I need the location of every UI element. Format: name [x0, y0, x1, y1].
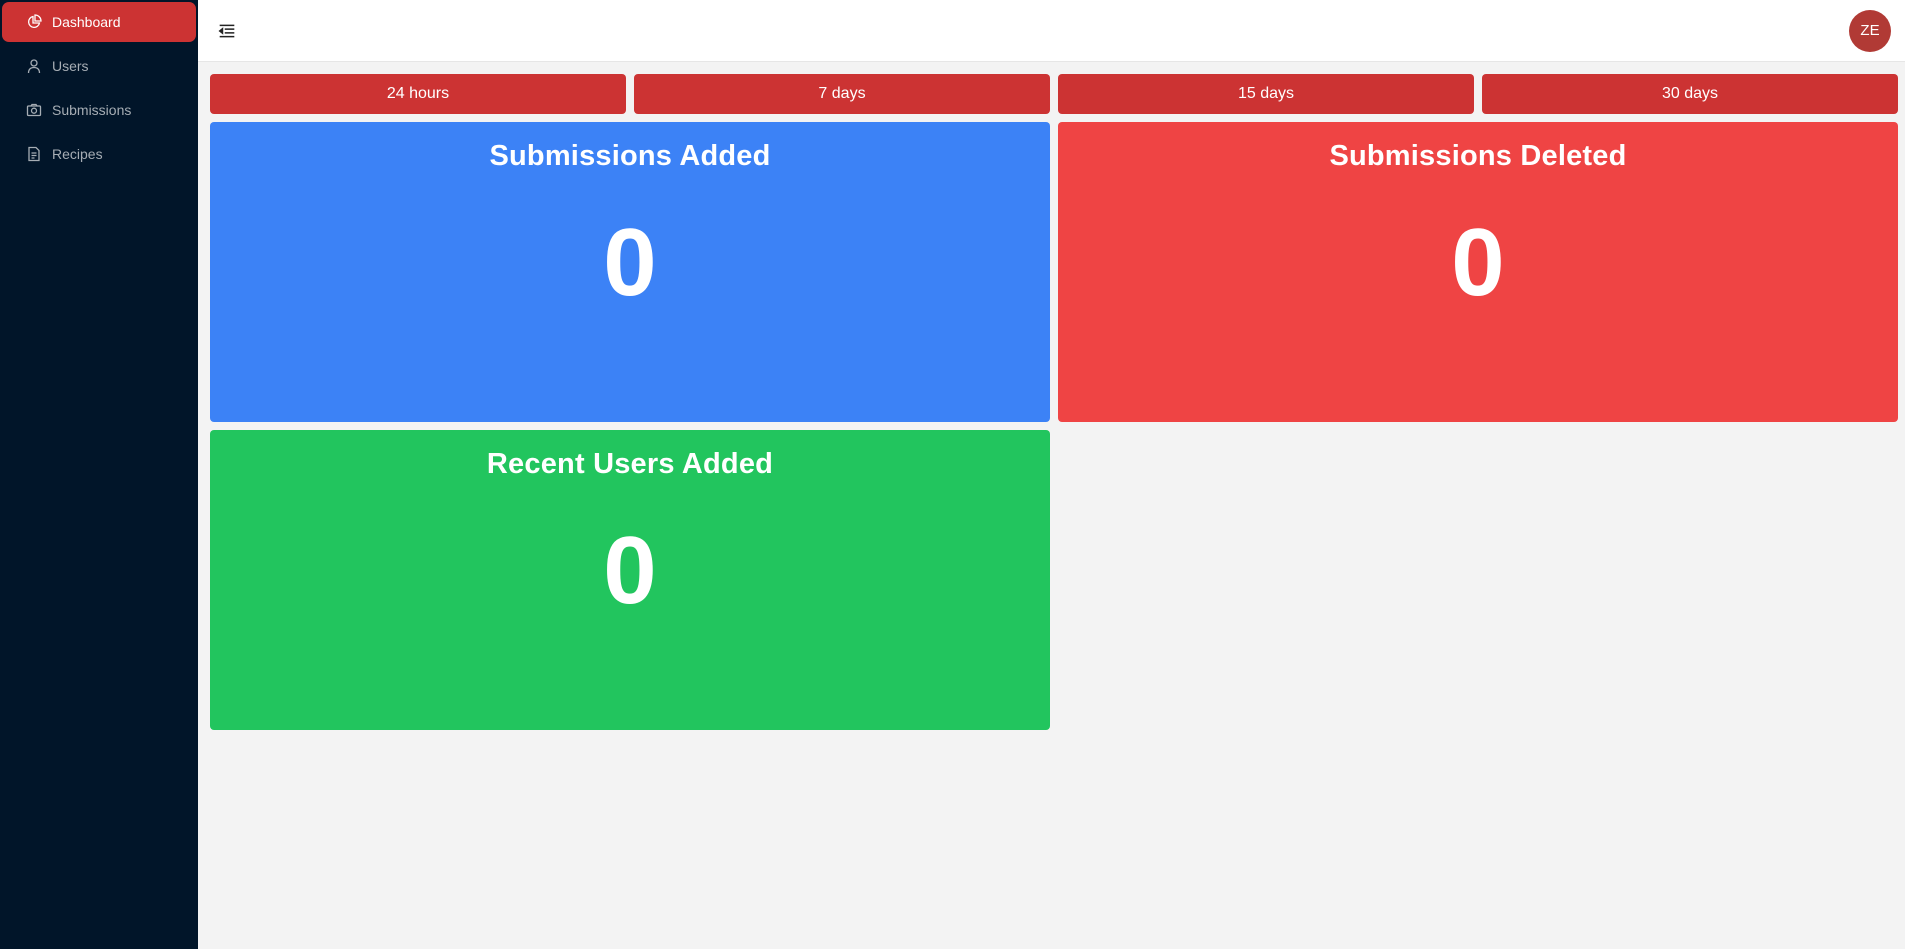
- range-7-days-button[interactable]: 7 days: [634, 74, 1050, 114]
- card-title: Recent Users Added: [486, 448, 774, 480]
- sidebar: Dashboard Users Submissions Recipes: [0, 0, 198, 949]
- camera-icon: [26, 102, 42, 118]
- app-root: Dashboard Users Submissions Recipes ZE 2…: [0, 0, 1905, 949]
- card-value: 0: [603, 517, 657, 624]
- topbar: ZE: [198, 0, 1905, 62]
- document-icon: [26, 146, 42, 162]
- main-area: ZE 24 hours 7 days 15 days 30 days Submi…: [198, 0, 1905, 949]
- card-title: Submissions Deleted: [1329, 140, 1627, 172]
- avatar[interactable]: ZE: [1849, 9, 1891, 52]
- stat-cards: Submissions Added 0 Submissions Deleted …: [210, 122, 1898, 730]
- sidebar-item-submissions[interactable]: Submissions: [2, 90, 196, 130]
- sidebar-item-users[interactable]: Users: [2, 46, 196, 86]
- card-value: 0: [603, 209, 657, 316]
- range-24-hours-button[interactable]: 24 hours: [210, 74, 626, 114]
- sidebar-item-label: Submissions: [52, 102, 132, 118]
- dashboard-content: 24 hours 7 days 15 days 30 days Submissi…: [198, 62, 1905, 730]
- range-15-days-button[interactable]: 15 days: [1058, 74, 1474, 114]
- pie-chart-icon: [26, 14, 42, 30]
- sidebar-item-dashboard[interactable]: Dashboard: [2, 2, 196, 42]
- sidebar-item-recipes[interactable]: Recipes: [2, 134, 196, 174]
- card-title: Submissions Added: [489, 140, 771, 172]
- user-icon: [26, 58, 42, 74]
- sidebar-item-label: Users: [52, 58, 89, 74]
- range-30-days-button[interactable]: 30 days: [1482, 74, 1898, 114]
- recent-users-added-card: Recent Users Added 0: [210, 430, 1050, 730]
- submissions-deleted-card: Submissions Deleted 0: [1058, 122, 1898, 422]
- submissions-added-card: Submissions Added 0: [210, 122, 1050, 422]
- menu-fold-icon[interactable]: [218, 22, 236, 40]
- sidebar-item-label: Recipes: [52, 146, 103, 162]
- sidebar-item-label: Dashboard: [52, 14, 121, 30]
- card-value: 0: [1451, 209, 1505, 316]
- time-range-selector: 24 hours 7 days 15 days 30 days: [210, 74, 1898, 114]
